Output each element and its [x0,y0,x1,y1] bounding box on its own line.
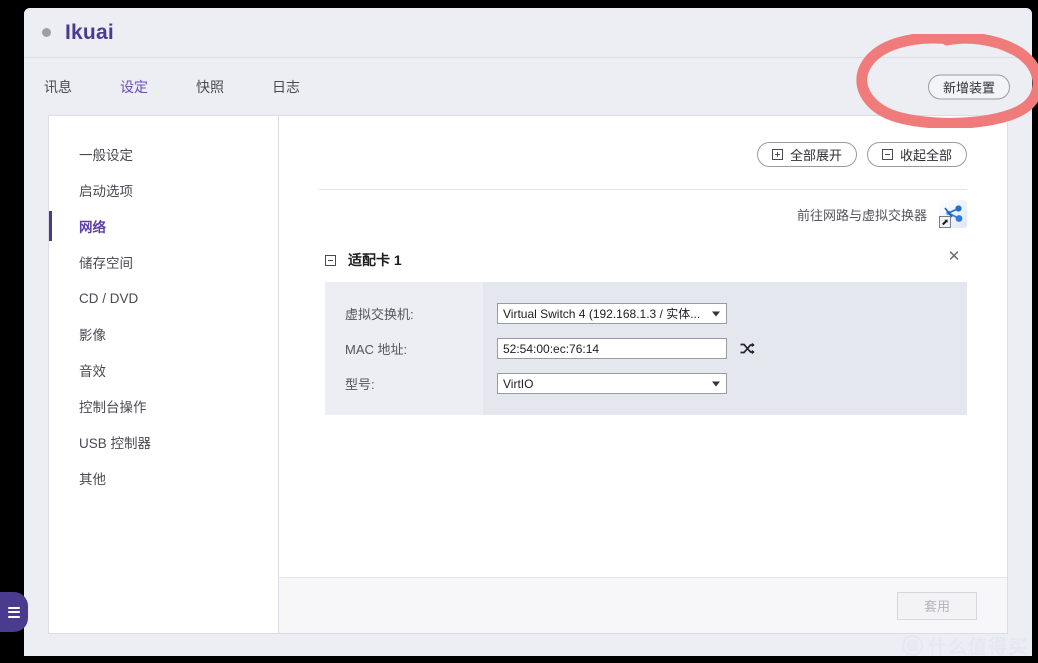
sidebar-item-label: 控制台操作 [79,400,147,415]
mac-address-value: 52:54:00:ec:76:14 [503,341,600,356]
model-label: 型号: [345,377,375,392]
screenshot-root: Ikuai 讯息 设定 快照 日志 新增装置 一般设定 启动选项 网络 储存空间… [0,0,1038,663]
vm-settings-window: Ikuai 讯息 设定 快照 日志 新增装置 一般设定 启动选项 网络 储存空间… [24,8,1032,656]
sidebar-item-video[interactable]: 影像 [49,316,278,352]
sidebar-item-boot-options[interactable]: 启动选项 [49,172,278,208]
tab-log[interactable]: 日志 [272,77,300,97]
virtual-switch-select[interactable]: Virtual Switch 4 (192.168.1.3 / 实体... [497,303,727,324]
sidebar-item-general[interactable]: 一般设定 [49,136,278,172]
watermark: 值 什么值得买 [901,632,1028,659]
virtual-switch-shortcut-icon[interactable]: ⬈ [939,200,967,228]
sidebar-item-console[interactable]: 控制台操作 [49,388,278,424]
hamburger-menu-icon [8,604,20,620]
panel-footer: 套用 [279,577,1007,633]
model-value: VirtIO [503,376,534,391]
virtual-switch-label: 虚拟交换机: [345,307,414,322]
add-device-button[interactable]: 新增装置 [927,74,1010,99]
sidebar-item-label: USB 控制器 [79,436,152,451]
shortcut-arrow-icon: ⬈ [939,216,951,228]
window-titlebar: Ikuai [24,8,1032,57]
adapter-title: 适配卡 1 [348,252,402,268]
settings-content: 全部展开 收起全部 前往网路与虚拟交换器 ⬈ 适配卡 1 ✕ 虚拟交换机: MA… [279,116,1007,633]
window-body: 一般设定 启动选项 网络 储存空间 CD / DVD 影像 音效 控制台操作 U… [24,115,1032,656]
adapter-form-labels: 虚拟交换机: MAC 地址: 型号: [325,282,483,415]
sidebar-item-cd-dvd[interactable]: CD / DVD [49,280,278,316]
chevron-down-icon [712,381,720,386]
sidebar-item-other[interactable]: 其他 [49,460,278,496]
minus-box-icon [881,149,893,160]
sidebar-item-label: 一般设定 [79,148,133,163]
adapter-collapse-icon[interactable] [325,254,336,266]
apply-button[interactable]: 套用 [897,591,977,620]
watermark-text: 什么值得买 [927,637,1028,658]
tab-snapshot[interactable]: 快照 [196,77,224,97]
sidebar-toggle-handle[interactable] [0,592,28,632]
sidebar-item-label: 影像 [79,328,106,343]
sidebar-item-label: 启动选项 [79,184,133,199]
expand-collapse-toolbar: 全部展开 收起全部 [319,142,967,167]
sidebar-item-label: 储存空间 [79,256,133,271]
expand-all-label: 全部展开 [789,148,842,163]
mac-address-label: MAC 地址: [345,342,408,357]
sidebar-item-label: 网络 [79,220,106,235]
adapter-form-fields: Virtual Switch 4 (192.168.1.3 / 实体... 52… [483,282,967,415]
close-icon[interactable]: ✕ [945,248,963,266]
sidebar-item-audio[interactable]: 音效 [49,352,278,388]
settings-sidebar: 一般设定 启动选项 网络 储存空间 CD / DVD 影像 音效 控制台操作 U… [49,116,279,633]
virtual-switch-value: Virtual Switch 4 (192.168.1.3 / 实体... [503,307,701,321]
grey-status-dot [42,28,51,37]
model-select[interactable]: VirtIO [497,373,727,394]
adapter-card-header: 适配卡 1 ✕ [319,240,967,282]
adapter-form: 虚拟交换机: MAC 地址: 型号: Virtual Switch 4 (192… [325,282,967,415]
chevron-down-icon [712,311,720,316]
collapse-all-label: 收起全部 [899,148,952,163]
page-title: Ikuai [65,21,114,44]
watermark-badge: 值 [901,635,923,656]
sidebar-item-network[interactable]: 网络 [49,208,278,244]
goto-link-label: 前往网路与虚拟交换器 [796,207,927,223]
mac-address-input[interactable]: 52:54:00:ec:76:14 [497,338,727,359]
sidebar-item-storage[interactable]: 储存空间 [49,244,278,280]
sidebar-item-usb-controller[interactable]: USB 控制器 [49,424,278,460]
shuffle-icon[interactable] [740,342,755,355]
collapse-all-button[interactable]: 收起全部 [866,142,967,167]
tab-bar: 讯息 设定 快照 日志 新增装置 [24,57,1032,115]
sidebar-item-label: 音效 [79,364,106,379]
content-scroll-area: 全部展开 收起全部 前往网路与虚拟交换器 ⬈ 适配卡 1 ✕ 虚拟交换机: MA… [279,116,1007,577]
sidebar-item-label: CD / DVD [79,290,139,306]
plus-box-icon [771,149,783,160]
goto-virtual-switch-row[interactable]: 前往网路与虚拟交换器 ⬈ [319,190,967,240]
tab-settings[interactable]: 设定 [120,77,148,97]
settings-panel: 一般设定 启动选项 网络 储存空间 CD / DVD 影像 音效 控制台操作 U… [48,115,1008,634]
sidebar-item-label: 其他 [79,472,106,487]
tab-messages[interactable]: 讯息 [44,77,72,97]
expand-all-button[interactable]: 全部展开 [756,142,857,167]
